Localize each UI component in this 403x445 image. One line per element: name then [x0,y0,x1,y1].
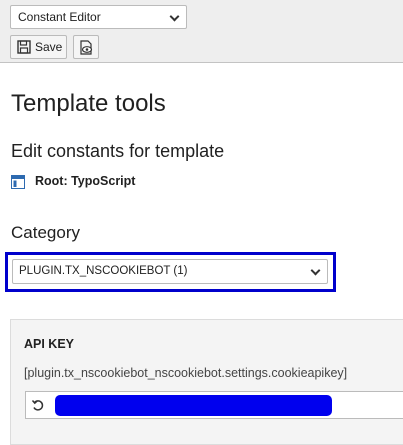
constant-path: [plugin.tx_nscookiebot_nscookiebot.setti… [24,366,348,380]
save-button-label: Save [35,40,63,54]
chevron-down-icon [169,11,180,22]
page-eye-icon [80,40,93,55]
view-page-button[interactable] [73,35,99,59]
function-select[interactable]: Constant Editor [10,5,187,29]
category-select[interactable]: PLUGIN.TX_NSCOOKIEBOT (1) [12,259,328,284]
category-select-value: PLUGIN.TX_NSCOOKIEBOT (1) [19,265,188,277]
save-button[interactable]: Save [10,35,67,59]
constant-label: API KEY [24,337,75,351]
page-title: Template tools [11,90,166,117]
doc-header-toolbar: Constant Editor Save [0,0,403,63]
category-heading: Category [11,223,80,242]
template-root-label: Root: TypoScript [35,174,136,188]
template-icon [11,175,25,189]
chevron-down-icon [310,265,321,276]
function-select-value: Constant Editor [18,10,101,24]
api-key-input[interactable] [55,395,332,416]
api-key-field[interactable] [25,391,403,419]
undo-icon[interactable] [31,398,45,412]
page-subtitle: Edit constants for template [11,141,225,161]
category-highlight: PLUGIN.TX_NSCOOKIEBOT (1) [5,252,336,292]
constant-panel: API KEY [plugin.tx_nscookiebot_nscookieb… [10,319,403,445]
floppy-disk-icon [17,40,31,54]
